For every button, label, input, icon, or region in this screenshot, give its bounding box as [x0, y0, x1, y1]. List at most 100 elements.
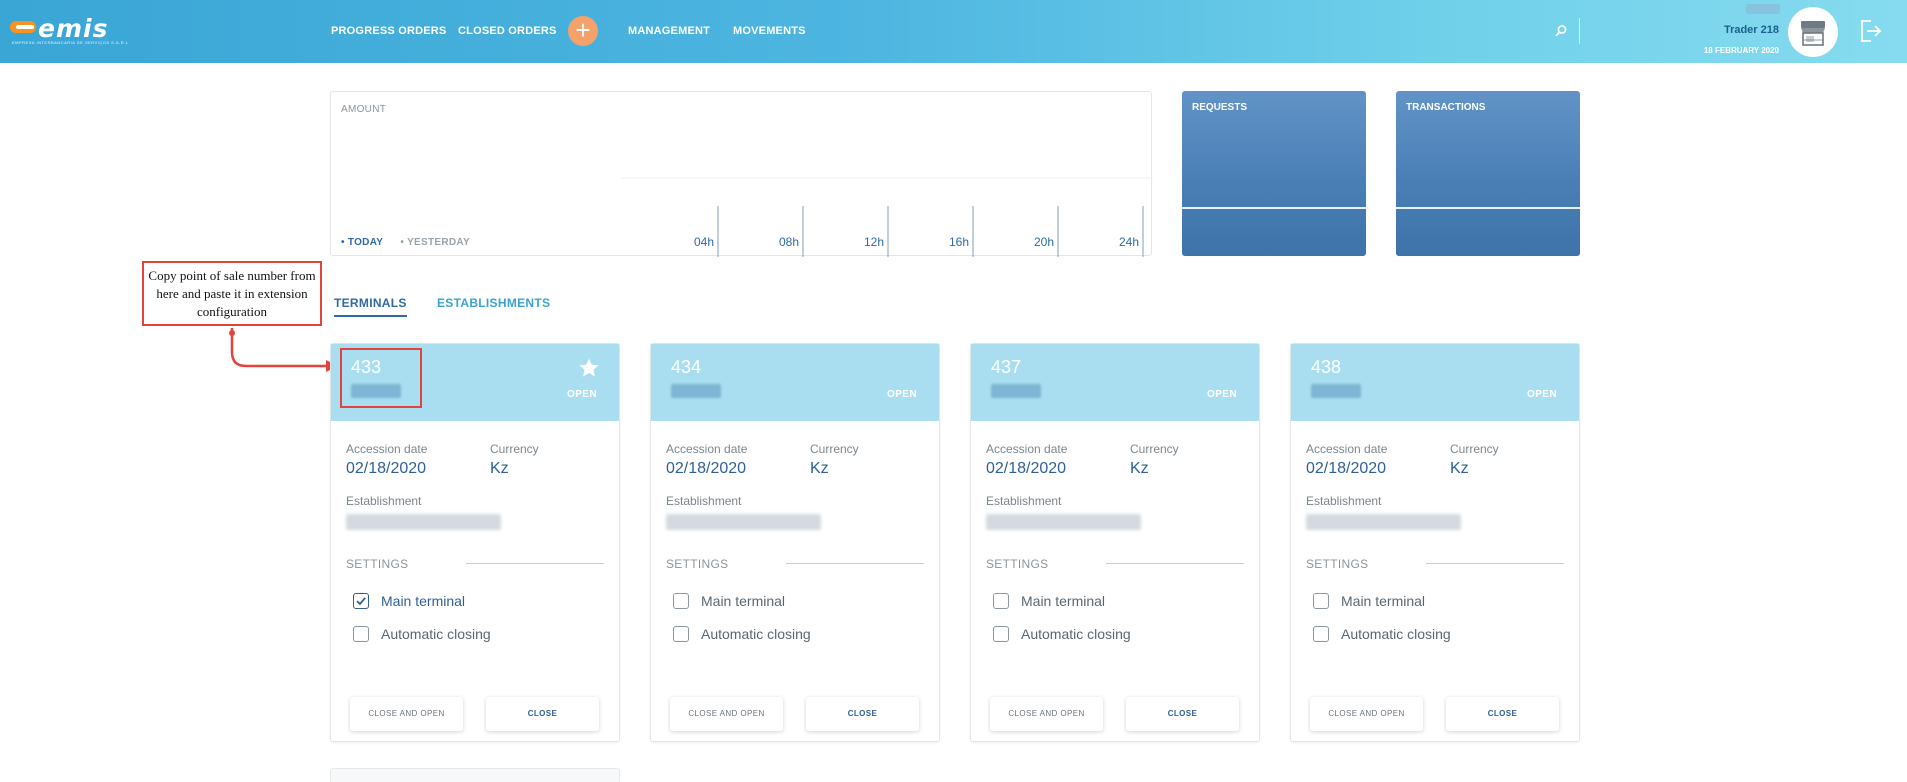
automatic-closing-label: Automatic closing	[1341, 626, 1451, 642]
close-button[interactable]: CLOSE	[486, 697, 599, 731]
terminal-status: OPEN	[887, 389, 917, 400]
nav-management[interactable]: MANAGEMENT	[628, 25, 710, 37]
transactions-card[interactable]: TRANSACTIONS	[1396, 91, 1580, 256]
currency-label: Currency	[1130, 442, 1179, 456]
automatic-closing-label: Automatic closing	[701, 626, 811, 642]
currency-value: Kz	[490, 460, 509, 477]
annotation-callout: Copy point of sale number from here and …	[142, 261, 322, 326]
close-and-open-button[interactable]: CLOSE AND OPEN	[990, 697, 1103, 731]
close-and-open-button[interactable]: CLOSE AND OPEN	[670, 697, 783, 731]
terminal-card-header: 434 OPEN	[651, 344, 939, 421]
emis-logo[interactable]: emis EMPRESA INTERBANCARIA DE SERVIÇOS S…	[10, 14, 150, 48]
checkbox-box[interactable]	[1313, 626, 1329, 642]
store-icon	[1801, 21, 1825, 46]
settings-label: SETTINGS	[346, 557, 409, 571]
accession-date-value: 02/18/2020	[986, 460, 1067, 477]
hour-label: 08h	[779, 235, 799, 249]
terminal-card-header: 437 OPEN	[971, 344, 1259, 421]
search-icon[interactable]	[1553, 23, 1569, 39]
currency-label: Currency	[1450, 442, 1499, 456]
nav-movements[interactable]: MOVEMENTS	[733, 25, 806, 37]
transactions-label: TRANSACTIONS	[1406, 102, 1486, 113]
main-terminal-checkbox[interactable]: Main terminal	[353, 592, 553, 610]
terminal-name-redacted	[991, 384, 1041, 398]
terminal-number[interactable]: 434	[671, 357, 701, 378]
favorite-star-icon[interactable]	[578, 357, 600, 379]
chart-legend: • TODAY • YESTERDAY	[341, 237, 484, 248]
terminal-status: OPEN	[1207, 389, 1237, 400]
currency-label: Currency	[490, 442, 539, 456]
settings-label: SETTINGS	[986, 557, 1049, 571]
store-avatar[interactable]	[1788, 7, 1838, 57]
main-terminal-label: Main terminal	[701, 593, 786, 609]
requests-label: REQUESTS	[1192, 102, 1248, 113]
user-name: Trader 218	[1723, 24, 1779, 36]
requests-divider	[1182, 207, 1366, 209]
logout-icon[interactable]	[1857, 18, 1883, 44]
settings-divider	[786, 563, 924, 564]
add-order-button[interactable]: +	[568, 16, 598, 46]
top-bar: emis EMPRESA INTERBANCARIA DE SERVIÇOS S…	[0, 0, 1907, 63]
requests-card[interactable]: REQUESTS	[1182, 91, 1366, 256]
checkbox-box[interactable]	[353, 626, 369, 642]
terminal-card: 437 OPEN Accession date 02/18/2020 Currency K…	[970, 343, 1260, 742]
terminal-number[interactable]: 437	[991, 357, 1021, 378]
checkbox-box[interactable]	[353, 593, 369, 609]
close-button[interactable]: CLOSE	[806, 697, 919, 731]
amount-chart-panel: 04h 08h 12h 16h 20h 24h AMOUNT • TODAY • YEST…	[330, 91, 1153, 257]
terminal-name-redacted	[1311, 384, 1361, 398]
main-terminal-label: Main terminal	[1021, 593, 1106, 609]
settings-divider	[1426, 563, 1564, 564]
main-terminal-label: Main terminal	[1341, 593, 1426, 609]
close-and-open-button[interactable]: CLOSE AND OPEN	[350, 697, 463, 731]
automatic-closing-checkbox[interactable]: Automatic closing	[673, 625, 873, 643]
hour-label: 12h	[864, 235, 884, 249]
automatic-closing-label: Automatic closing	[1021, 626, 1131, 642]
terminal-name-redacted	[671, 384, 721, 398]
checkbox-box[interactable]	[673, 593, 689, 609]
tab-establishments[interactable]: ESTABLISHMENTS	[437, 296, 550, 310]
settings-label: SETTINGS	[666, 557, 729, 571]
automatic-closing-checkbox[interactable]: Automatic closing	[1313, 625, 1513, 643]
main-terminal-checkbox[interactable]: Main terminal	[673, 592, 873, 610]
nav-closed-orders[interactable]: CLOSED ORDERS	[458, 25, 557, 37]
currency-value: Kz	[1130, 460, 1149, 477]
annotation-text: Copy point of sale number from here and …	[148, 268, 316, 319]
checkbox-box[interactable]	[1313, 593, 1329, 609]
logo-tagline: EMPRESA INTERBANCARIA DE SERVIÇOS S.A.R.…	[12, 40, 129, 45]
legend-yesterday[interactable]: • YESTERDAY	[400, 237, 470, 248]
logo-wordmark: emis	[38, 14, 109, 43]
accession-date-value: 02/18/2020	[1306, 460, 1387, 477]
checkbox-box[interactable]	[673, 626, 689, 642]
accession-date-label: Accession date	[666, 442, 748, 456]
close-and-open-button[interactable]: CLOSE AND OPEN	[1310, 697, 1423, 731]
automatic-closing-checkbox[interactable]: Automatic closing	[993, 625, 1193, 643]
annotation-highlight-box	[340, 348, 422, 408]
hour-label: 16h	[949, 235, 969, 249]
current-date: 18 FEBRUARY 2020	[1703, 46, 1779, 55]
automatic-closing-label: Automatic closing	[381, 626, 491, 642]
accession-date-value: 02/18/2020	[666, 460, 747, 477]
tab-terminals[interactable]: TERMINALS	[334, 296, 407, 317]
terminal-status: OPEN	[567, 389, 597, 400]
terminal-status: OPEN	[1527, 389, 1557, 400]
establishment-value-redacted	[346, 514, 501, 530]
legend-today[interactable]: • TODAY	[341, 237, 383, 248]
main-terminal-checkbox[interactable]: Main terminal	[993, 592, 1193, 610]
checkbox-box[interactable]	[993, 593, 1009, 609]
accession-date-label: Accession date	[346, 442, 428, 456]
main-terminal-checkbox[interactable]: Main terminal	[1313, 592, 1513, 610]
terminal-number[interactable]: 438	[1311, 357, 1341, 378]
currency-label: Currency	[810, 442, 859, 456]
nav-progress-orders[interactable]: PROGRESS ORDERS	[331, 25, 446, 37]
checkbox-box[interactable]	[993, 626, 1009, 642]
close-button[interactable]: CLOSE	[1446, 697, 1559, 731]
terminal-card-header: 438 OPEN	[1291, 344, 1579, 421]
amount-label: AMOUNT	[341, 104, 387, 115]
automatic-closing-checkbox[interactable]: Automatic closing	[353, 625, 553, 643]
accession-date-value: 02/18/2020	[346, 460, 427, 477]
close-button[interactable]: CLOSE	[1126, 697, 1239, 731]
settings-label: SETTINGS	[1306, 557, 1369, 571]
establishment-value-redacted	[1306, 514, 1461, 530]
next-card-row	[330, 768, 620, 782]
